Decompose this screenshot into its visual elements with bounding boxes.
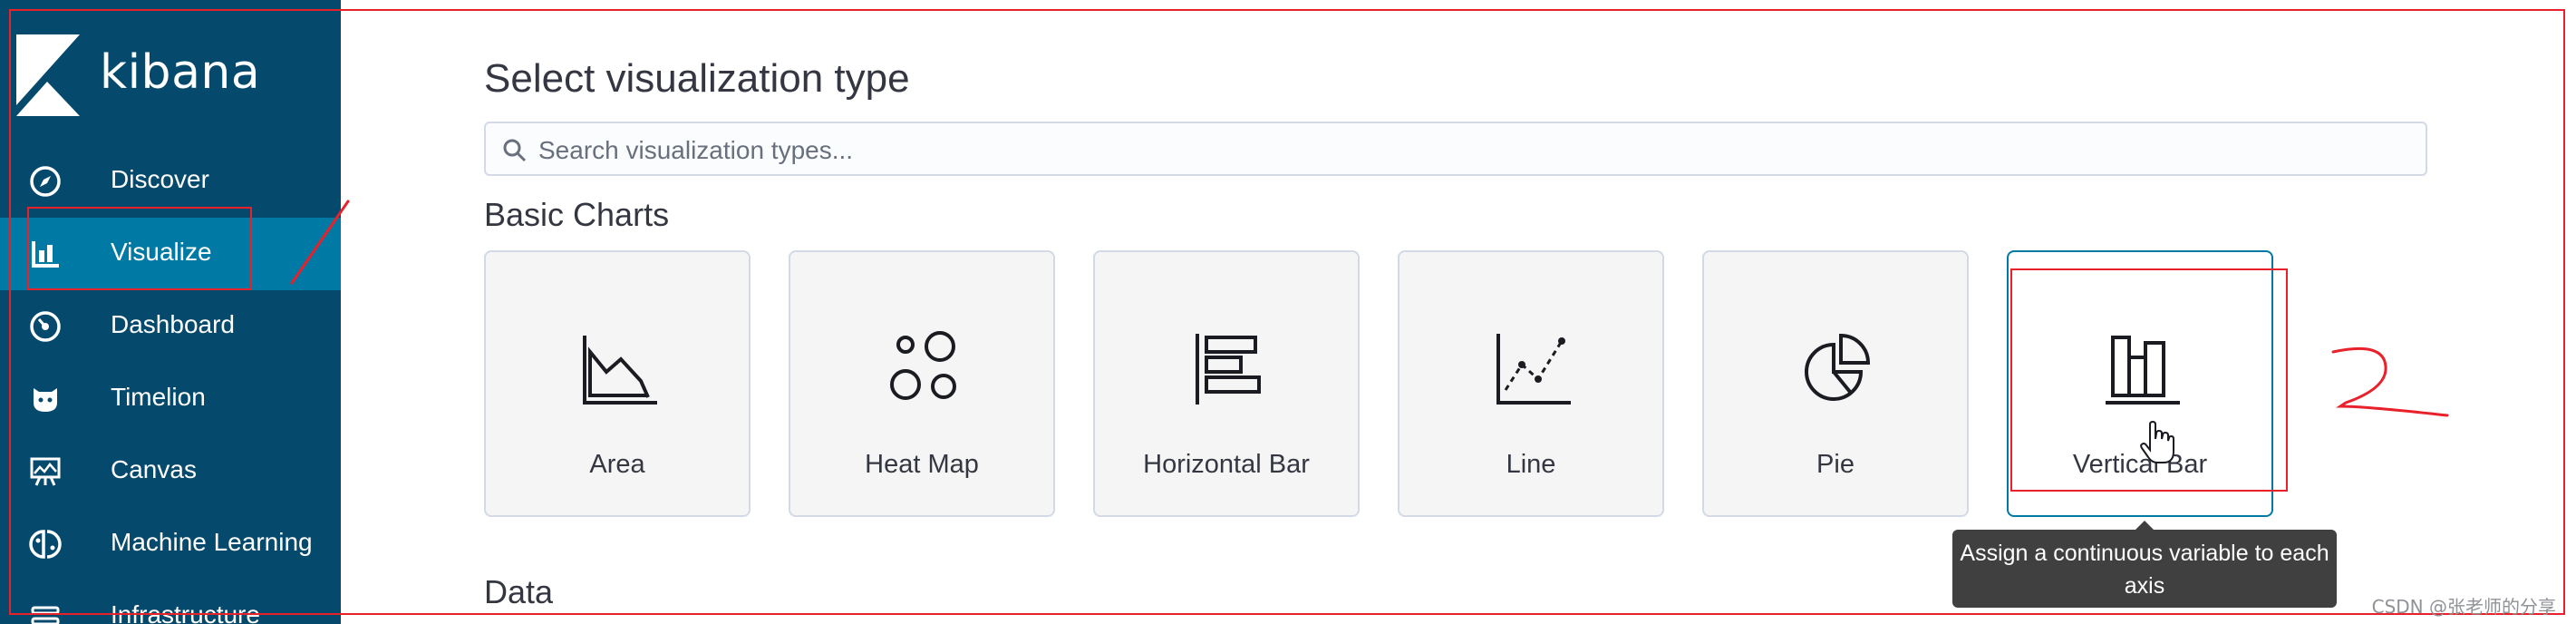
card-label: Area xyxy=(589,450,645,479)
app-window: kibana Discover Visualize Dashboard Time… xyxy=(0,0,2576,624)
machine-learning-icon xyxy=(29,528,62,561)
sidebar-item-canvas[interactable]: Canvas xyxy=(0,435,341,508)
infrastructure-icon xyxy=(29,600,62,624)
brand-name: kibana xyxy=(100,45,261,100)
kibana-logo-icon xyxy=(16,34,80,116)
compass-icon xyxy=(29,165,62,198)
sidebar-item-infrastructure[interactable]: Infrastructure xyxy=(0,580,341,624)
sidebar-item-label: Visualize xyxy=(111,238,212,266)
sidebar-item-discover[interactable]: Discover xyxy=(0,145,341,218)
search-placeholder: Search visualization types... xyxy=(538,136,854,164)
section-title-basic-charts: Basic Charts xyxy=(484,196,670,233)
line-chart-icon xyxy=(1496,334,1571,405)
timelion-icon xyxy=(29,383,62,415)
card-horizontal-bar[interactable]: Horizontal Bar xyxy=(1093,250,1360,517)
bar-chart-icon xyxy=(29,238,62,270)
page-title: Select visualization type xyxy=(484,56,910,101)
tooltip: Assign a continuous variable to each axi… xyxy=(1952,530,2337,608)
area-chart-icon xyxy=(583,336,657,405)
sidebar-item-timelion[interactable]: Timelion xyxy=(0,363,341,435)
card-heat-map[interactable]: Heat Map xyxy=(789,250,1055,517)
canvas-icon xyxy=(29,455,62,488)
search-icon xyxy=(503,139,527,162)
sidebar-item-label: Infrastructure xyxy=(111,600,260,624)
sidebar-item-label: Canvas xyxy=(111,455,197,483)
sidebar-item-machine-learning[interactable]: Machine Learning xyxy=(0,508,341,580)
card-label: Heat Map xyxy=(865,450,979,479)
section-title-data: Data xyxy=(484,573,554,610)
sidebar-item-label: Timelion xyxy=(111,383,206,411)
sidebar-item-label: Dashboard xyxy=(111,310,235,338)
pie-chart-icon xyxy=(1805,333,1871,401)
card-label: Pie xyxy=(1816,450,1855,479)
sidebar-item-visualize[interactable]: Visualize xyxy=(0,218,341,290)
horizontal-bar-icon xyxy=(1196,334,1261,405)
search-input[interactable]: Search visualization types... xyxy=(484,122,2427,176)
card-pie[interactable]: Pie xyxy=(1702,250,1969,517)
card-label: Horizontal Bar xyxy=(1143,450,1310,479)
watermark: CSDN @张老师的分享 xyxy=(2371,596,2556,618)
heat-map-icon xyxy=(890,331,956,400)
hand-pointer-cursor-icon xyxy=(2140,421,2174,463)
brand[interactable]: kibana xyxy=(16,34,324,116)
card-area[interactable]: Area xyxy=(484,250,751,517)
sidebar: kibana Discover Visualize Dashboard Time… xyxy=(0,0,341,624)
sidebar-nav: Discover Visualize Dashboard Timelion Ca… xyxy=(0,145,341,624)
sidebar-item-label: Machine Learning xyxy=(111,528,313,556)
dashboard-icon xyxy=(29,310,62,343)
vertical-bar-icon xyxy=(2106,336,2180,405)
card-label: Line xyxy=(1506,450,1556,479)
sidebar-item-label: Discover xyxy=(111,165,209,193)
sidebar-item-dashboard[interactable]: Dashboard xyxy=(0,290,341,363)
card-line[interactable]: Line xyxy=(1398,250,1664,517)
card-vertical-bar[interactable]: Vertical Bar xyxy=(2007,250,2273,517)
